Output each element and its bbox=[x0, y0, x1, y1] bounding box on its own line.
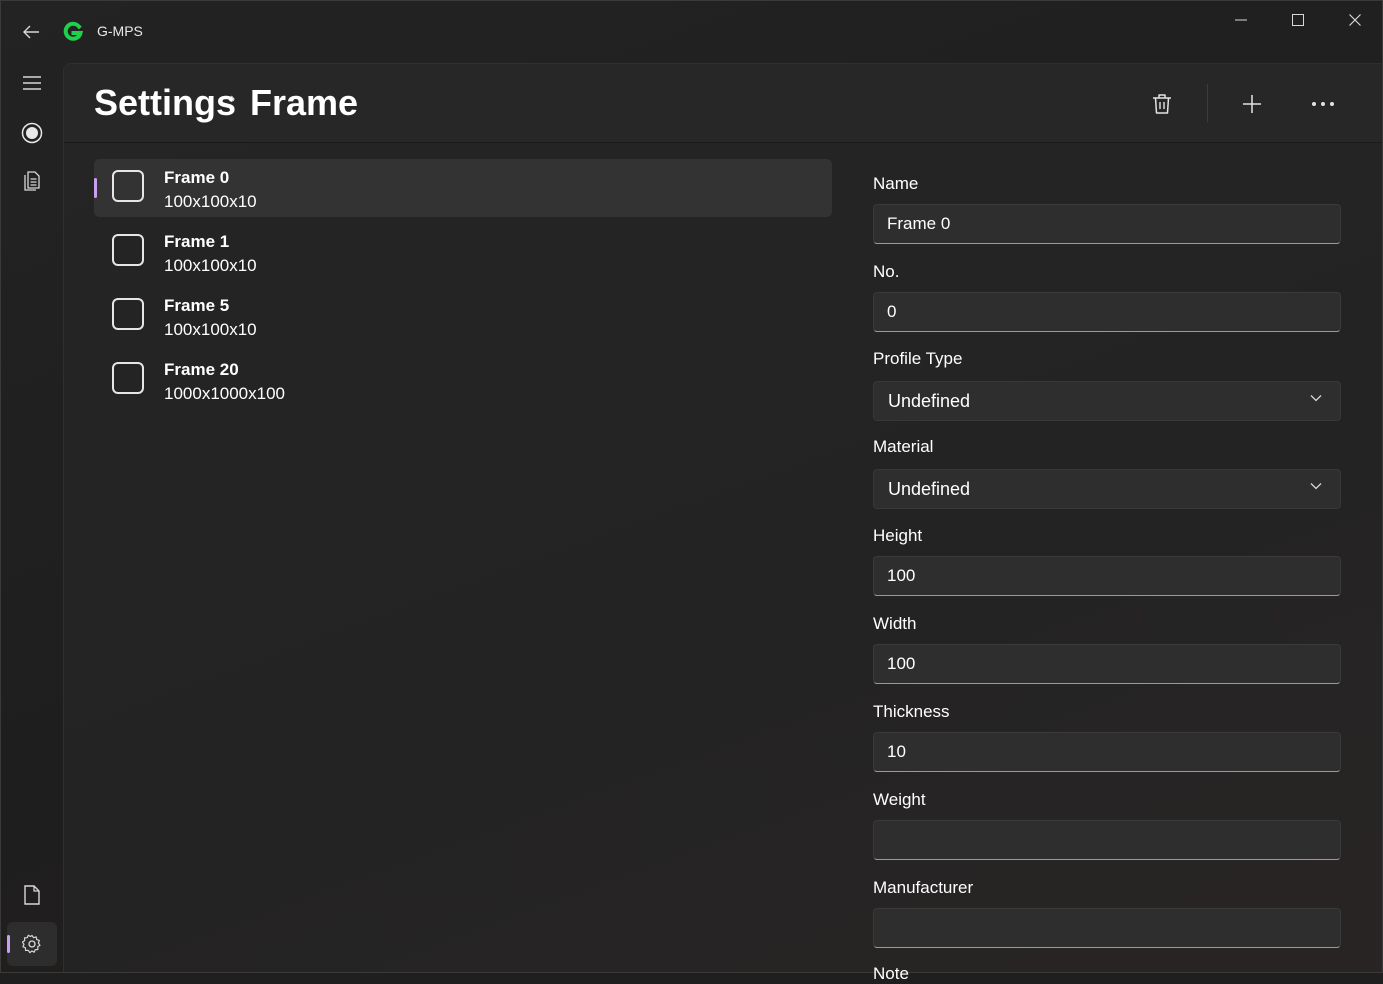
selection-indicator bbox=[94, 178, 97, 198]
nav-menu-button[interactable] bbox=[7, 61, 57, 105]
list-item[interactable]: Frame 5 100x100x10 bbox=[94, 287, 832, 345]
checkbox[interactable] bbox=[112, 170, 144, 202]
list-item[interactable]: Frame 1 100x100x10 bbox=[94, 223, 832, 281]
hamburger-icon bbox=[23, 76, 41, 90]
no-field[interactable] bbox=[873, 292, 1341, 332]
minimize-button[interactable] bbox=[1213, 1, 1269, 39]
content-area: Settings › Frame Frame 0 100x100x10 Fram… bbox=[63, 63, 1382, 983]
chevron-down-icon bbox=[1310, 395, 1322, 402]
weight-label: Weight bbox=[873, 790, 926, 809]
checkbox[interactable] bbox=[112, 362, 144, 394]
title-bar: G-MPS bbox=[1, 1, 1382, 63]
width-label: Width bbox=[873, 614, 917, 633]
manufacturer-label: Manufacturer bbox=[873, 878, 974, 897]
minimize-icon bbox=[1235, 19, 1247, 21]
breadcrumb-settings[interactable]: Settings bbox=[94, 82, 236, 124]
weight-field[interactable] bbox=[873, 820, 1341, 860]
delete-button[interactable] bbox=[1142, 86, 1182, 122]
maximize-icon bbox=[1292, 14, 1304, 26]
profile-type-label: Profile Type bbox=[873, 349, 963, 368]
page-header: Settings › Frame bbox=[64, 64, 1382, 143]
close-icon bbox=[1349, 14, 1361, 26]
material-value: Undefined bbox=[888, 479, 971, 499]
item-dimensions: 100x100x10 bbox=[164, 192, 257, 211]
file-icon bbox=[24, 885, 40, 905]
item-dimensions: 1000x1000x100 bbox=[164, 384, 286, 403]
app-title: G-MPS bbox=[97, 23, 143, 39]
checkbox[interactable] bbox=[112, 234, 144, 266]
list-item[interactable]: Frame 0 100x100x10 bbox=[94, 159, 832, 217]
selection-indicator bbox=[7, 935, 10, 953]
thickness-label: Thickness bbox=[873, 702, 950, 721]
item-dimensions: 100x100x10 bbox=[164, 256, 257, 275]
profile-type-select[interactable]: Undefined bbox=[873, 381, 1341, 421]
trash-icon bbox=[1153, 94, 1171, 114]
item-title: Frame 5 bbox=[164, 296, 230, 315]
item-dimensions: 100x100x10 bbox=[164, 320, 257, 339]
manufacturer-field[interactable] bbox=[873, 908, 1341, 948]
app-window: G-MPS Settings › Frame Frame 0 100x100x1… bbox=[0, 0, 1383, 983]
width-field[interactable] bbox=[873, 644, 1341, 684]
list-item[interactable]: Frame 20 1000x1000x100 bbox=[94, 351, 832, 409]
breadcrumb-separator: › bbox=[230, 90, 236, 107]
nav-item-record[interactable] bbox=[7, 111, 57, 155]
plus-icon bbox=[1243, 95, 1261, 113]
documents-icon bbox=[24, 171, 40, 191]
checkbox[interactable] bbox=[112, 298, 144, 330]
item-title: Frame 1 bbox=[164, 232, 230, 251]
back-button[interactable] bbox=[13, 15, 49, 49]
item-title: Frame 20 bbox=[164, 360, 239, 379]
record-icon bbox=[21, 122, 43, 144]
item-title: Frame 0 bbox=[164, 168, 230, 187]
toolbar-separator bbox=[1207, 84, 1208, 122]
profile-type-value: Undefined bbox=[888, 391, 971, 411]
height-label: Height bbox=[873, 526, 923, 545]
page-title: Frame bbox=[250, 82, 359, 123]
no-label: No. bbox=[873, 262, 900, 281]
name-label: Name bbox=[873, 174, 919, 193]
material-label: Material bbox=[873, 437, 934, 456]
nav-item-file[interactable] bbox=[7, 873, 57, 917]
more-button[interactable] bbox=[1303, 86, 1343, 122]
gear-icon bbox=[22, 934, 41, 954]
note-label: Note bbox=[873, 964, 909, 983]
add-button[interactable] bbox=[1232, 86, 1272, 122]
height-field[interactable] bbox=[873, 556, 1341, 596]
app-logo-icon bbox=[63, 21, 83, 41]
close-button[interactable] bbox=[1327, 1, 1383, 39]
chevron-down-icon bbox=[1310, 483, 1322, 490]
thickness-field[interactable] bbox=[873, 732, 1341, 772]
maximize-button[interactable] bbox=[1270, 1, 1326, 39]
material-select[interactable]: Undefined bbox=[873, 469, 1341, 509]
more-icon bbox=[1312, 102, 1334, 106]
name-field[interactable] bbox=[873, 204, 1341, 244]
nav-item-documents[interactable] bbox=[7, 160, 57, 204]
back-arrow-icon bbox=[23, 25, 39, 39]
nav-item-settings[interactable] bbox=[7, 922, 57, 966]
